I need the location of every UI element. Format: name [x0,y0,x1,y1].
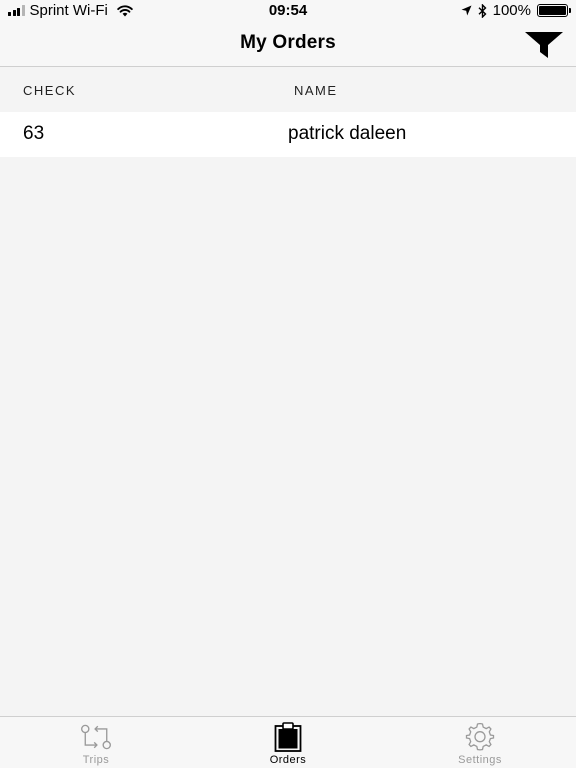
page-title: My Orders [240,32,336,53]
cell-name: patrick daleen [288,123,407,144]
tab-orders-label: Orders [269,754,307,766]
location-arrow-icon [461,5,472,16]
status-bar: Sprint Wi-Fi 09:54 100% [0,0,576,22]
cell-check: 63 [23,123,45,144]
tab-settings-label: Settings [458,754,502,766]
tab-settings[interactable]: Settings [384,717,576,768]
tab-trips-label: Trips [82,754,110,766]
battery-icon [537,4,571,17]
gear-icon [463,722,497,752]
filter-button[interactable] [524,30,564,60]
clipboard-icon [271,722,305,752]
tab-trips[interactable]: Trips [0,717,192,768]
tab-orders[interactable]: Orders [192,717,384,768]
battery-percent: 100% [492,2,531,19]
table-row[interactable]: 63 patrick daleen [0,112,576,157]
tab-bar: Trips Orders Settings [0,716,576,768]
column-header-name: NAME [294,83,338,98]
status-right: 100% [461,2,571,19]
table-header: CHECK NAME [0,68,576,112]
filter-icon [525,32,563,58]
column-header-check: CHECK [23,83,77,98]
navigation-bar: My Orders [0,22,576,67]
trips-route-icon [79,722,113,752]
battery-fill [539,6,566,15]
bluetooth-icon [478,3,487,18]
